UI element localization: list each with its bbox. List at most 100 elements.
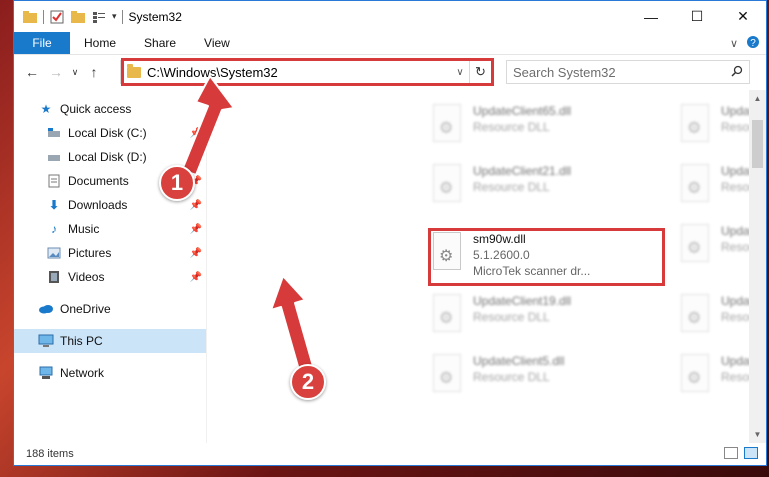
file-item[interactable]: ⚙ UpdateClient19.dll Resource DLL (425, 290, 657, 346)
file-type: Resource DLL (473, 120, 550, 134)
file-item[interactable]: ⚙ UpdateClient21.dll Resource DLL (425, 160, 657, 216)
pin-icon[interactable]: 📌 (190, 224, 202, 235)
file-highlight-box (428, 228, 665, 286)
address-highlight-box (121, 58, 494, 86)
star-icon: ★ (40, 102, 52, 116)
sidebar-item-local-disk-c[interactable]: Local Disk (C:) 📌 (14, 121, 206, 145)
vertical-scrollbar[interactable]: ▲ ▼ (749, 90, 766, 443)
step-badge-2: 2 (290, 364, 326, 400)
computer-icon (38, 333, 54, 349)
sidebar-item-label: Pictures (68, 246, 112, 260)
pin-icon[interactable]: 📌 (190, 128, 202, 139)
minimize-button[interactable]: — (628, 1, 674, 32)
help-icon[interactable]: ? (746, 35, 760, 52)
recent-locations-icon[interactable]: ∨ (68, 67, 82, 78)
file-type: Resource DLL (473, 180, 550, 194)
file-item[interactable]: ⚙ UpdateClient5.dll Resource DLL (425, 350, 657, 406)
sidebar-item-pictures[interactable]: Pictures 📌 (14, 241, 206, 265)
tab-file[interactable]: File (14, 32, 70, 54)
view-options-icon[interactable] (91, 9, 107, 25)
dll-file-icon: ⚙ (429, 104, 465, 148)
dll-file-icon: ⚙ (677, 104, 713, 148)
sidebar-item-label: Videos (68, 270, 105, 284)
sidebar-item-this-pc[interactable]: This PC (14, 329, 206, 353)
sidebar-item-music[interactable]: ♪ Music 📌 (14, 217, 206, 241)
toolbar-separator (43, 9, 44, 24)
title-bar: ▾ System32 — ☐ ✕ (14, 1, 766, 32)
new-folder-icon[interactable] (70, 9, 86, 25)
pin-icon[interactable]: 📌 (190, 152, 202, 163)
sidebar-item-label: Music (68, 222, 100, 236)
tab-share[interactable]: Share (130, 32, 190, 54)
document-icon (46, 173, 62, 189)
sidebar-item-label: This PC (60, 334, 103, 348)
back-arrow-icon[interactable]: ← (20, 64, 44, 80)
dll-file-icon: ⚙ (429, 294, 465, 338)
pin-icon[interactable]: 📌 (190, 272, 202, 283)
scrollbar-thumb[interactable] (752, 120, 763, 168)
dll-file-icon: ⚙ (429, 354, 465, 398)
sidebar-item-label: Local Disk (D:) (68, 150, 147, 164)
maximize-button[interactable]: ☐ (674, 1, 720, 32)
dll-file-icon: ⚙ (677, 294, 713, 338)
item-count: 188 items (26, 448, 74, 460)
sidebar-item-quick-access[interactable]: ★ Quick access (14, 97, 206, 121)
sidebar-item-label: OneDrive (60, 302, 111, 316)
sidebar-item-label: Network (60, 366, 105, 380)
content-area: ★ Quick access Local Disk (C:) 📌 Local D… (14, 90, 766, 443)
network-icon (38, 365, 54, 381)
pin-icon[interactable]: 📌 (190, 200, 202, 211)
sidebar-item-onedrive[interactable]: OneDrive (14, 297, 206, 321)
dll-file-icon: ⚙ (429, 164, 465, 208)
file-name: UpdateClient5.dll (473, 354, 565, 368)
chevron-down-icon[interactable]: ∨ (730, 37, 738, 50)
cloud-icon (38, 301, 54, 317)
download-icon: ⬇ (48, 198, 60, 212)
customize-toolbar-icon[interactable]: ▾ (112, 11, 117, 22)
svg-text:?: ? (750, 38, 756, 49)
ribbon-tabs: File Home Share View ∨ ? (14, 32, 766, 55)
toolbar-separator (121, 9, 123, 24)
step-badge-1: 1 (159, 165, 195, 201)
window-title: System32 (128, 9, 182, 24)
tiles-view-icon[interactable] (744, 447, 758, 459)
sidebar-item-label: Local Disk (C:) (68, 126, 147, 140)
window-controls: — ☐ ✕ (628, 1, 766, 32)
ribbon-right-controls: ∨ ? (730, 32, 760, 55)
tab-home[interactable]: Home (70, 32, 130, 54)
music-icon: ♪ (51, 222, 57, 236)
search-input[interactable]: Search System32 (506, 60, 750, 84)
sidebar-item-videos[interactable]: Videos 📌 (14, 265, 206, 289)
picture-icon (46, 245, 62, 261)
search-icon[interactable] (731, 65, 743, 80)
file-type: Resource DLL (473, 370, 550, 384)
close-button[interactable]: ✕ (720, 1, 766, 32)
view-switcher (724, 447, 758, 459)
sidebar-item-network[interactable]: Network (14, 361, 206, 385)
pin-icon[interactable]: 📌 (190, 248, 202, 259)
navigation-pane: ★ Quick access Local Disk (C:) 📌 Local D… (14, 90, 207, 443)
dll-file-icon: ⚙ (677, 164, 713, 208)
up-arrow-icon[interactable]: ↑ (82, 64, 106, 80)
file-type: Resource DLL (473, 310, 550, 324)
quick-access-toolbar: ▾ (14, 1, 123, 32)
sidebar-item-label: Downloads (68, 198, 128, 212)
drive-icon (46, 125, 62, 141)
navigation-bar: ← → ∨ ↑ C:\Windows\System32 ∨ ↻ Search S… (14, 55, 766, 89)
sidebar-item-label: Quick access (60, 102, 132, 116)
forward-arrow-icon[interactable]: → (44, 64, 68, 80)
dll-file-icon: ⚙ (677, 354, 713, 398)
video-icon (46, 269, 62, 285)
properties-icon[interactable] (49, 9, 65, 25)
details-view-icon[interactable] (724, 447, 738, 459)
scroll-down-icon[interactable]: ▼ (749, 426, 766, 443)
file-list: ⚙ UpdateClient65.dll Resource DLL ⚙ Updat… (207, 90, 766, 443)
tab-view[interactable]: View (190, 32, 244, 54)
file-item[interactable]: ⚙ UpdateClient65.dll Resource DLL (425, 100, 657, 156)
drive-icon (46, 149, 62, 165)
file-name: UpdateClient65.dll (473, 104, 572, 118)
status-bar: 188 items (14, 443, 766, 465)
scroll-up-icon[interactable]: ▲ (749, 90, 766, 107)
search-placeholder: Search System32 (513, 64, 616, 80)
folder-icon (22, 9, 38, 25)
